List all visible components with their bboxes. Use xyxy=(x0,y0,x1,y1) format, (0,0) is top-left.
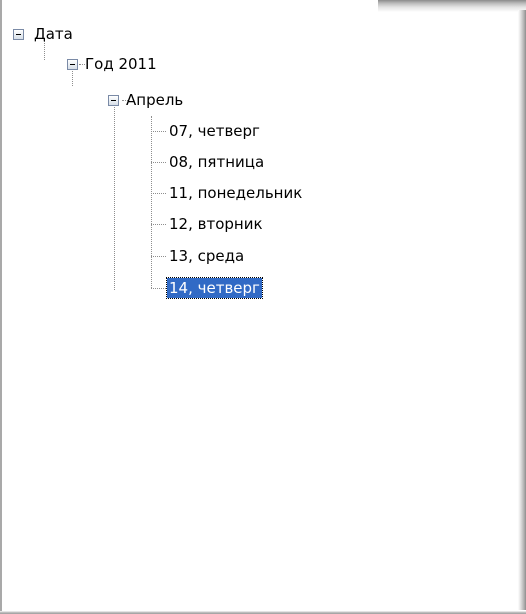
tree-line-day-0 xyxy=(151,131,166,132)
tree-node-year[interactable]: Год 2011 xyxy=(67,53,159,75)
tree-node-label[interactable]: 07, четверг xyxy=(167,121,262,141)
collapse-toggle-icon[interactable] xyxy=(67,58,78,70)
tree-node-day[interactable]: 12, вторник xyxy=(167,213,265,235)
tree-line-day-5 xyxy=(151,288,166,289)
tree-node-label[interactable]: 13, среда xyxy=(167,246,246,266)
tree-node-day[interactable]: 11, понедельник xyxy=(167,182,304,204)
date-tree[interactable]: Дата Год 2011 Апрель 07, четверг 08, пят… xyxy=(0,0,518,610)
tree-node-label[interactable]: 11, понедельник xyxy=(167,183,304,203)
tree-node-day-selected[interactable]: 14, четверг xyxy=(166,277,263,299)
tree-line-day-2 xyxy=(151,193,166,194)
tree-line-days-vertical xyxy=(151,116,152,288)
window-shadow-right xyxy=(518,10,526,610)
tree-node-label[interactable]: Апрель xyxy=(124,90,185,110)
tree-node-label[interactable]: Дата xyxy=(32,24,75,44)
tree-view-panel: Дата Год 2011 Апрель 07, четверг 08, пят… xyxy=(0,0,526,614)
tree-node-label[interactable]: Год 2011 xyxy=(83,54,159,74)
tree-node-root[interactable]: Дата xyxy=(13,23,75,45)
tree-node-label[interactable]: 12, вторник xyxy=(167,214,265,234)
tree-line-day-1 xyxy=(151,162,166,163)
tree-line-day-3 xyxy=(151,224,166,225)
collapse-toggle-icon[interactable] xyxy=(13,28,24,40)
tree-line-month-children xyxy=(114,104,115,290)
tree-line-day-4 xyxy=(151,256,166,257)
tree-node-day[interactable]: 13, среда xyxy=(167,245,246,267)
collapse-toggle-icon[interactable] xyxy=(108,94,119,106)
tree-node-label-selected[interactable]: 14, четверг xyxy=(166,277,263,299)
tree-node-label[interactable]: 08, пятница xyxy=(167,152,266,172)
tree-node-day[interactable]: 07, четверг xyxy=(167,120,262,142)
tree-node-month[interactable]: Апрель xyxy=(108,89,185,111)
tree-node-day[interactable]: 08, пятница xyxy=(167,151,266,173)
